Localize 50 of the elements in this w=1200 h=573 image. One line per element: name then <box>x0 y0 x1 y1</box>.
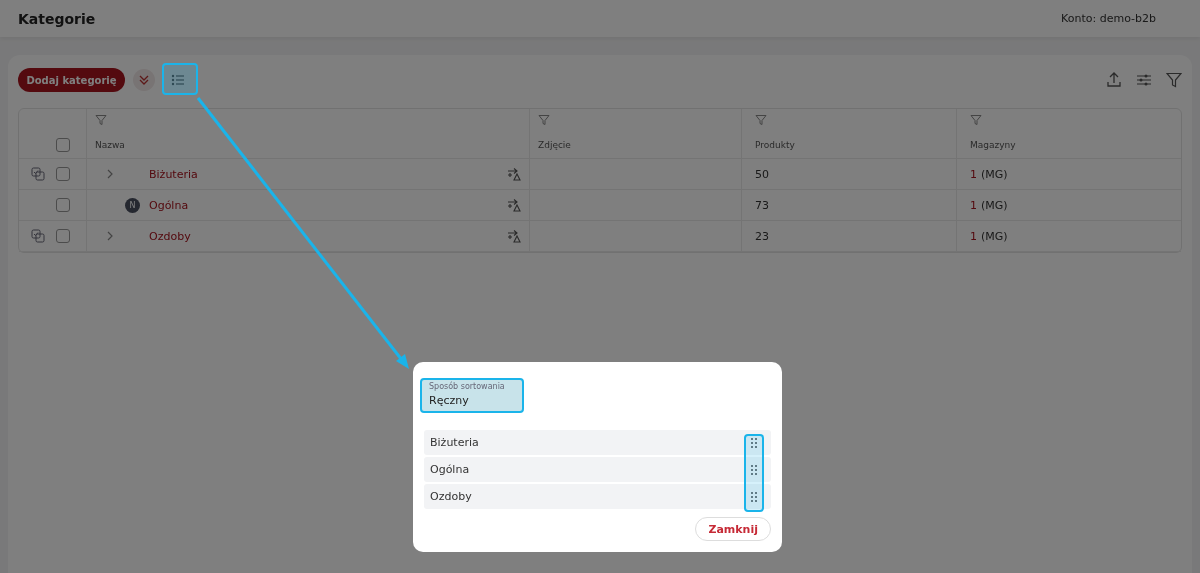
table-cell: 50 <box>755 167 769 181</box>
copy-icon[interactable] <box>30 229 45 243</box>
warehouse-link[interactable]: 1 <box>970 198 977 212</box>
page-title: Kategorie <box>18 10 97 27</box>
category-link[interactable]: Ogólna <box>149 198 189 212</box>
column-header[interactable]: Produkty <box>755 139 795 150</box>
filter-icon[interactable] <box>95 114 107 126</box>
collapse-button[interactable] <box>133 69 155 91</box>
table-cell: (MG) <box>981 167 1008 181</box>
select-all-checkbox[interactable] <box>56 137 70 152</box>
move-arrows-icon[interactable] <box>507 198 521 212</box>
chevron-right-icon[interactable] <box>106 231 114 241</box>
warehouse-link[interactable]: 1 <box>970 229 977 243</box>
close-button[interactable]: Zamknij <box>695 517 771 541</box>
sortable-item[interactable]: Ogólna <box>424 457 771 482</box>
sort-method-field[interactable]: Sposób sortowania Ręczny <box>420 378 524 413</box>
copy-icon[interactable] <box>30 167 45 181</box>
chevron-right-icon[interactable] <box>106 169 114 179</box>
drag-handle-icon[interactable] <box>751 437 757 448</box>
move-arrows-icon[interactable] <box>507 229 521 243</box>
row-checkbox[interactable] <box>56 229 70 243</box>
table-cell: 23 <box>755 229 769 243</box>
filter-icon[interactable] <box>970 114 982 126</box>
table-cell: (MG) <box>981 198 1008 212</box>
row-checkbox[interactable] <box>56 198 70 212</box>
filter-icon[interactable] <box>1166 72 1182 88</box>
category-link[interactable]: Biżuteria <box>149 167 198 181</box>
table-cell: 73 <box>755 198 769 212</box>
row-checkbox[interactable] <box>56 167 70 181</box>
list-icon <box>170 73 186 87</box>
account-label: Konto: demo-b2b <box>1061 12 1156 25</box>
warehouse-link[interactable]: 1 <box>970 167 977 181</box>
new-badge: N <box>125 197 140 213</box>
add-category-button[interactable]: Dodaj kategorię <box>18 68 125 92</box>
table-cell: (MG) <box>981 229 1008 243</box>
drag-handle-icon[interactable] <box>751 491 757 502</box>
column-header[interactable]: Nazwa <box>95 139 125 150</box>
sortable-item[interactable]: Biżuteria <box>424 430 771 455</box>
highlight-frame <box>162 63 198 95</box>
move-arrows-icon[interactable] <box>507 167 521 181</box>
column-header[interactable]: Zdjęcie <box>538 139 571 150</box>
filter-icon[interactable] <box>538 114 550 126</box>
upload-icon[interactable] <box>1106 71 1122 89</box>
category-link[interactable]: Ozdoby <box>149 229 191 243</box>
filter-icon[interactable] <box>755 114 767 126</box>
double-chevron-icon <box>137 73 151 87</box>
sortable-item[interactable]: Ozdoby <box>424 484 771 509</box>
sliders-icon[interactable] <box>1136 72 1152 88</box>
column-header[interactable]: Magazyny <box>970 139 1016 150</box>
drag-handle-icon[interactable] <box>751 464 757 475</box>
